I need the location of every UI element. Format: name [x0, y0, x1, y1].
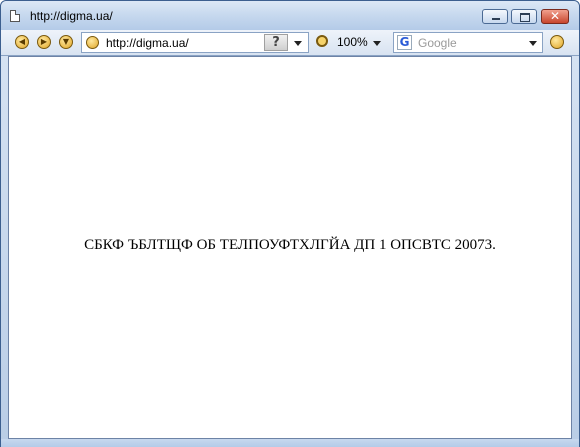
window-title: http://digma.ua/: [30, 9, 113, 23]
document-icon: [10, 10, 20, 22]
go-icon[interactable]: [550, 35, 564, 49]
dropdown-icon: ▼: [62, 37, 70, 46]
forward-icon: ▶: [40, 37, 48, 46]
maximize-button[interactable]: [511, 9, 537, 24]
close-button[interactable]: ✕: [541, 9, 569, 24]
back-button[interactable]: ◀: [15, 35, 29, 49]
page-message: СБКФ ЪБЛТЩФ ОБ ТЕЛПОУФТХЛГЙА ДП 1 ОПСВТС…: [84, 237, 496, 253]
close-icon: ✕: [549, 9, 561, 23]
window-bottom-frame: [1, 439, 579, 447]
zoom-control[interactable]: 100%: [312, 32, 387, 53]
navigation-toolbar: ◀ ▶ ▼ http://digma.ua/ ? 100% G Google: [1, 30, 579, 56]
site-icon: [86, 36, 99, 49]
search-input[interactable]: Google: [418, 36, 457, 50]
address-url[interactable]: http://digma.ua/: [106, 36, 189, 50]
search-bar[interactable]: G Google: [393, 32, 543, 53]
title-bar[interactable]: http://digma.ua/ ✕: [1, 1, 579, 30]
address-dropdown-icon[interactable]: [294, 41, 302, 46]
browser-window: http://digma.ua/ ✕ ◀ ▶ ▼ http://digma.ua…: [0, 0, 580, 447]
zoom-dropdown-icon[interactable]: [373, 41, 381, 46]
minimize-button[interactable]: [482, 9, 508, 24]
search-dropdown-icon[interactable]: [529, 41, 537, 46]
address-bar[interactable]: http://digma.ua/ ?: [81, 32, 309, 53]
google-icon[interactable]: G: [397, 35, 412, 50]
back-icon: ◀: [18, 37, 26, 46]
zoom-icon: [316, 35, 328, 47]
zoom-level: 100%: [337, 35, 368, 49]
menu-button[interactable]: ▼: [59, 35, 73, 49]
help-icon[interactable]: ?: [264, 34, 288, 51]
page-content: СБКФ ЪБЛТЩФ ОБ ТЕЛПОУФТХЛГЙА ДП 1 ОПСВТС…: [8, 56, 572, 439]
forward-button[interactable]: ▶: [37, 35, 51, 49]
